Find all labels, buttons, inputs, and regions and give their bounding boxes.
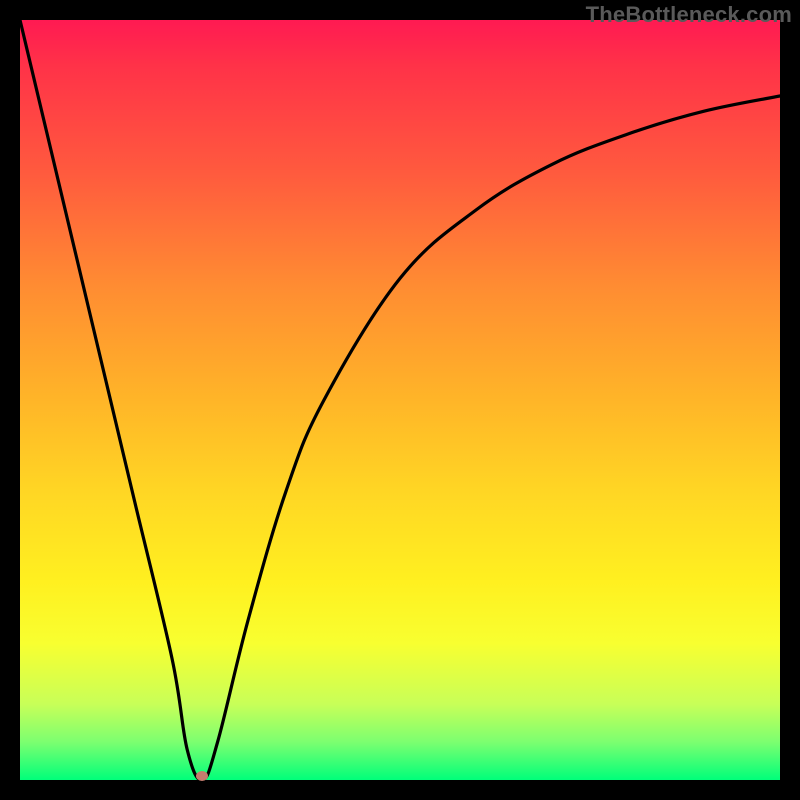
chart-plot-area — [20, 20, 780, 780]
watermark-text: TheBottleneck.com — [586, 2, 792, 28]
minimum-marker-dot — [196, 771, 208, 781]
